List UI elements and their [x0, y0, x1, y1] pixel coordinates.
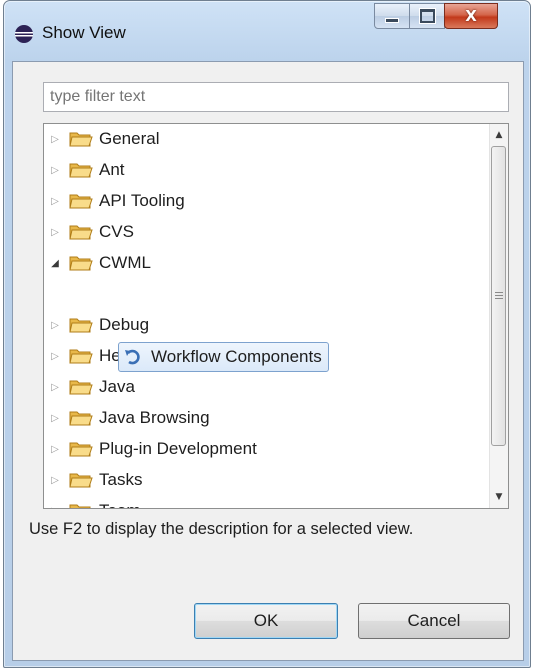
cancel-button[interactable]: Cancel	[358, 603, 510, 639]
eclipse-icon	[15, 25, 33, 43]
folder-icon	[69, 194, 93, 209]
expand-triangle-icon[interactable]: ▷	[49, 217, 61, 247]
folder-icon	[69, 225, 93, 240]
folder-icon	[69, 380, 93, 395]
description-text: Use F2 to display the description for a …	[29, 520, 414, 538]
folder-icon	[69, 411, 93, 426]
minimize-icon	[385, 17, 399, 23]
expand-triangle-icon[interactable]: ▷	[49, 155, 61, 185]
tree-item-label: API Tooling	[99, 191, 185, 210]
expand-triangle-icon[interactable]: ▷	[49, 434, 61, 464]
vertical-scrollbar[interactable]: ▲ ▼	[489, 124, 508, 508]
expand-triangle-icon[interactable]: ▷	[49, 496, 61, 509]
minimize-button[interactable]	[374, 3, 410, 29]
tree-item-label: Ant	[99, 160, 125, 179]
filter-input[interactable]	[43, 82, 509, 112]
workflow-icon	[125, 349, 140, 365]
folder-icon	[69, 473, 93, 488]
tree-item-cvs[interactable]: ▷ CVS	[44, 217, 134, 247]
expand-triangle-icon[interactable]: ▷	[49, 372, 61, 402]
folder-icon	[69, 132, 93, 147]
tree-item-java[interactable]: ▷ Java	[44, 372, 135, 402]
expand-triangle-icon[interactable]: ▷	[49, 341, 61, 371]
show-view-dialog: Show View X ▷ General ▷ Ant ▷ API Tooling ▷ CVS…	[3, 0, 531, 668]
view-tree[interactable]: ▷ General ▷ Ant ▷ API Tooling ▷ CVS ◢ CWML ▷ Debug ▷…	[43, 123, 509, 509]
tree-item-label: Java Browsing	[99, 408, 210, 427]
tree-item-debug[interactable]: ▷ Debug	[44, 310, 149, 340]
tree-item-label: Team	[99, 501, 141, 508]
title-bar[interactable]: Show View X	[4, 1, 530, 61]
tree-item-label: Tasks	[99, 470, 143, 489]
tree-item-label: Java	[99, 377, 135, 396]
tree-item-label: Workflow Components	[151, 347, 322, 366]
folder-icon	[69, 256, 93, 271]
folder-icon	[69, 504, 91, 508]
dialog-body: ▷General▷Ant▷API Tooling▷CVS◢CWML▷Debug▷…	[12, 61, 524, 661]
scrollbar-thumb[interactable]	[491, 146, 506, 446]
ok-button[interactable]: OK	[194, 603, 338, 639]
expand-triangle-icon[interactable]: ▷	[49, 403, 61, 433]
close-icon: X	[465, 7, 477, 25]
tree-item-team[interactable]: ▷ Team	[44, 496, 141, 509]
expand-triangle-icon[interactable]: ▷	[49, 310, 61, 340]
tree-item-label: Debug	[99, 315, 150, 334]
tree-item-label: General	[99, 129, 160, 148]
expand-triangle-icon[interactable]: ▷	[49, 186, 61, 216]
tree-item-java-browsing[interactable]: ▷ Java Browsing	[44, 403, 210, 433]
maximize-icon	[419, 9, 435, 23]
maximize-button[interactable]	[409, 3, 445, 29]
tree-item-api-tooling[interactable]: ▷ API Tooling	[44, 186, 185, 216]
tree-item-workflow-components[interactable]: Workflow Components	[118, 342, 329, 372]
window-title: Show View	[42, 23, 126, 42]
tree-item-cwml[interactable]: ◢ CWML	[44, 248, 151, 278]
folder-icon	[69, 163, 93, 178]
tree-item-tasks[interactable]: ▷ Tasks	[44, 465, 142, 495]
tree-item-general[interactable]: ▷ General	[44, 124, 159, 154]
close-button[interactable]: X	[444, 3, 498, 29]
tree-item-label: Plug-in Development	[99, 439, 257, 458]
collapse-triangle-icon[interactable]: ◢	[49, 248, 61, 278]
folder-icon	[69, 318, 93, 333]
expand-triangle-icon[interactable]: ▷	[49, 465, 61, 495]
tree-item-label: CVS	[99, 222, 134, 241]
tree-item-plug-in-development[interactable]: ▷ Plug-in Development	[44, 434, 257, 464]
scroll-down-icon[interactable]: ▼	[490, 488, 508, 506]
tree-item-ant[interactable]: ▷ Ant	[44, 155, 125, 185]
tree-item-label: CWML	[99, 253, 151, 272]
expand-triangle-icon[interactable]: ▷	[49, 124, 61, 154]
scroll-up-icon[interactable]: ▲	[490, 126, 508, 144]
folder-icon	[69, 442, 93, 457]
folder-icon	[69, 349, 93, 364]
